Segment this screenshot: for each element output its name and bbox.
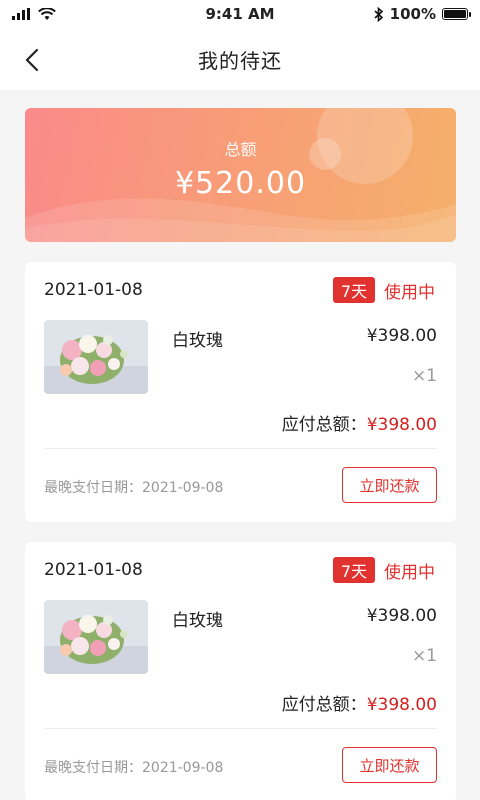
- order-status: 使用中: [384, 283, 435, 303]
- product-name: 白玫瑰: [172, 331, 223, 351]
- pay-now-button[interactable]: 立即还款: [342, 747, 437, 783]
- battery-percent: 100%: [389, 5, 436, 23]
- divider: [44, 728, 437, 729]
- bluetooth-icon: [374, 6, 383, 22]
- summary-amount: ¥520.00: [174, 166, 307, 201]
- order-date: 2021-01-08: [44, 280, 143, 300]
- summary-label: 总额: [224, 140, 257, 159]
- total-due-amount: ¥398.00: [366, 695, 437, 715]
- order-date: 2021-01-08: [44, 560, 143, 580]
- product-price: ¥398.00: [366, 326, 437, 346]
- payment-deadline: 最晚支付日期：2021-09-08: [44, 760, 224, 776]
- signal-icon: [12, 8, 30, 20]
- status-bar: 9:41 AM 100%: [0, 0, 480, 28]
- product-image[interactable]: [44, 320, 148, 394]
- total-due: 应付总额：¥398.00: [282, 690, 437, 715]
- order-card: 2021-01-08 7天 使用中 白玫瑰 ¥398.00 ×1 应付总额：¥3…: [25, 542, 456, 800]
- page-title: 我的待还: [198, 48, 282, 73]
- back-button[interactable]: [18, 46, 46, 74]
- wifi-icon: [38, 7, 56, 20]
- status-left: [12, 7, 152, 21]
- order-status: 使用中: [384, 563, 435, 583]
- battery-icon: [442, 8, 471, 20]
- product-image[interactable]: [44, 600, 148, 674]
- pay-now-button[interactable]: 立即还款: [342, 467, 437, 503]
- product-name: 白玫瑰: [172, 611, 223, 631]
- total-due-label: 应付总额：: [281, 415, 367, 435]
- days-tag: 7天: [333, 557, 375, 583]
- chevron-left-icon: [25, 48, 39, 72]
- total-due: 应付总额：¥398.00: [282, 410, 437, 435]
- product-price: ¥398.00: [366, 606, 437, 626]
- days-tag: 7天: [333, 277, 375, 303]
- total-summary-card: 总额 ¥520.00: [25, 108, 456, 242]
- divider: [44, 448, 437, 449]
- product-quantity: ×1: [411, 646, 437, 666]
- total-due-label: 应付总额：: [281, 695, 367, 715]
- status-right: 100%: [328, 5, 471, 23]
- nav-bar: 我的待还: [0, 28, 480, 90]
- payment-deadline: 最晚支付日期：2021-09-08: [44, 480, 224, 496]
- total-due-amount: ¥398.00: [366, 415, 437, 435]
- product-quantity: ×1: [411, 366, 437, 386]
- status-time: 9:41 AM: [205, 5, 275, 23]
- order-card: 2021-01-08 7天 使用中 白玫瑰 ¥398.00 ×1 应付总额：¥3…: [25, 262, 456, 522]
